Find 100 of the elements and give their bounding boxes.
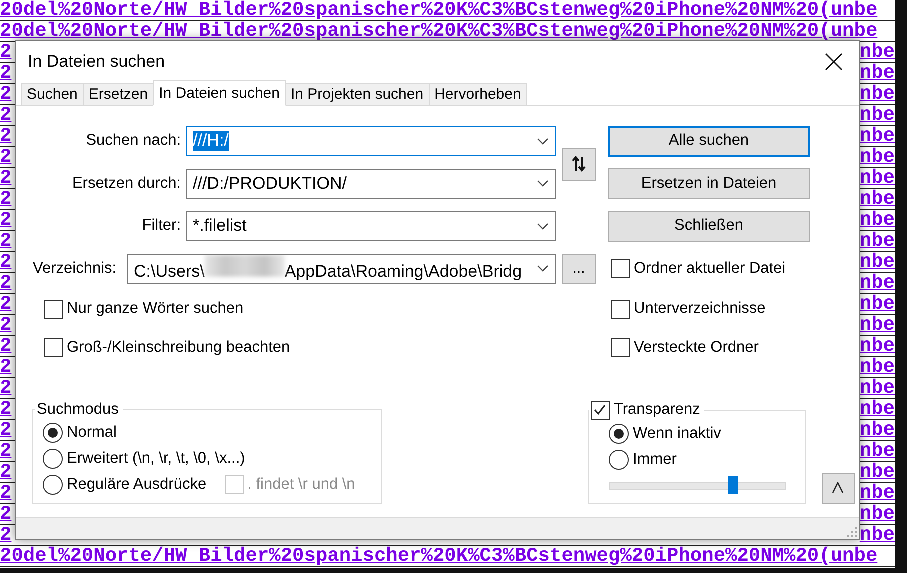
code-fragment: 2 bbox=[0, 147, 12, 167]
checkbox-label: Versteckte Ordner bbox=[634, 338, 759, 356]
code-fragment: 2 bbox=[0, 525, 12, 545]
field-label: Ersetzen durch: bbox=[71, 174, 182, 192]
code-fragment: 2 bbox=[0, 399, 12, 419]
radio-label: Normal bbox=[67, 424, 117, 442]
tab[interactable]: Ersetzen bbox=[82, 83, 154, 105]
radio-label: Reguläre Ausdrücke bbox=[67, 476, 207, 494]
action-button[interactable]: Alle suchen bbox=[608, 126, 810, 156]
collapse-button[interactable] bbox=[822, 472, 855, 504]
field-value: C:\Users\ bbox=[134, 262, 205, 281]
checkbox-label: Nur ganze Wörter suchen bbox=[67, 300, 244, 318]
checkbox[interactable] bbox=[611, 300, 630, 318]
code-fragment: nbe bbox=[860, 420, 895, 440]
code-fragment: 2 bbox=[0, 210, 12, 230]
radio-button[interactable] bbox=[608, 450, 629, 470]
radio-button[interactable] bbox=[43, 448, 63, 468]
code-fragment: 2 bbox=[0, 42, 12, 62]
code-fragment: nbe bbox=[860, 378, 895, 398]
code-line: 20del%20Norte/HW_Bilder%20spanischer%20K%C3%BCstenweg%20iPhone%20NM%20(unbe bbox=[0, 0, 878, 20]
code-fragment: nbe bbox=[860, 126, 895, 146]
checkbox-label: Ordner aktueller Datei bbox=[634, 260, 786, 278]
code-fragment: nbe bbox=[860, 294, 895, 314]
radio-button[interactable] bbox=[608, 424, 629, 444]
code-fragment: nbe bbox=[860, 147, 895, 167]
combo-field[interactable]: ///D:/PRODUKTION/ bbox=[186, 168, 556, 198]
code-fragment: 2 bbox=[0, 336, 12, 356]
code-fragment: nbe bbox=[860, 483, 895, 503]
code-fragment: nbe bbox=[860, 168, 895, 188]
checkbox[interactable] bbox=[590, 400, 610, 420]
code-fragment: nbe bbox=[860, 189, 895, 209]
code-fragment: 2 bbox=[0, 378, 12, 398]
checkbox-label: Transparenz bbox=[614, 401, 700, 419]
tab[interactable]: In Projekten suchen bbox=[285, 83, 430, 105]
code-fragment: 2 bbox=[0, 126, 12, 146]
tab[interactable]: Suchen bbox=[21, 83, 84, 105]
combo-field[interactable]: C:\Users\ AppData\Roaming\Adobe\Bridg bbox=[127, 254, 556, 284]
radio-label: Wenn inaktiv bbox=[632, 424, 722, 442]
code-fragment: nbe bbox=[860, 84, 895, 104]
code-fragment: nbe bbox=[860, 273, 895, 293]
field-label: Verzeichnis: bbox=[33, 260, 118, 278]
code-fragment: nbe bbox=[860, 441, 895, 461]
chevron-down-icon bbox=[537, 222, 549, 230]
chevron-down-icon bbox=[537, 180, 549, 187]
code-fragment: nbe bbox=[860, 105, 895, 125]
browse-button[interactable]: ... bbox=[562, 254, 596, 284]
code-fragment: 2 bbox=[0, 357, 12, 377]
code-line: 20del%20Norte/HW_Bilder%20spanischer%20K%C3%BCstenweg%20iPhone%20NM%20(unbe bbox=[0, 21, 878, 41]
code-fragment: 2 bbox=[0, 420, 12, 440]
radio-label: Erweitert (\n, \r, \t, \0, \x...) bbox=[67, 450, 246, 468]
window-title: In Dateien suchen bbox=[28, 52, 166, 72]
tab[interactable]: In Dateien suchen bbox=[153, 80, 286, 106]
code-fragment: 2 bbox=[0, 483, 12, 503]
code-fragment: nbe bbox=[860, 210, 895, 230]
checkbox[interactable] bbox=[44, 338, 63, 357]
combo-field[interactable]: *.filelist bbox=[186, 211, 556, 241]
code-fragment: 2 bbox=[0, 189, 12, 209]
checkbox-label: Unterverzeichnisse bbox=[634, 300, 766, 318]
chevron-down-icon bbox=[537, 265, 549, 272]
code-fragment: nbe bbox=[860, 357, 895, 377]
combo-field[interactable]: ///H:/ bbox=[186, 126, 556, 156]
code-fragment: nbe bbox=[860, 42, 895, 62]
radio-button[interactable] bbox=[43, 422, 63, 442]
code-fragment: 2 bbox=[0, 294, 12, 314]
code-fragment: nbe bbox=[860, 315, 895, 335]
checkbox[interactable] bbox=[611, 259, 630, 278]
code-fragment: 2 bbox=[0, 441, 12, 461]
code-fragment: 2 bbox=[0, 105, 12, 125]
checkbox[interactable] bbox=[611, 338, 630, 357]
code-line: 20del%20Norte/HW_Bilder%20spanischer%20K%C3%BCstenweg%20iPhone%20NM%20(unbe bbox=[0, 546, 878, 566]
code-fragment: nbe bbox=[860, 252, 895, 272]
field-label: Suchen nach: bbox=[85, 132, 182, 150]
code-fragment: 2 bbox=[0, 504, 12, 524]
code-fragment: 2 bbox=[0, 462, 12, 482]
action-button[interactable]: Schließen bbox=[608, 210, 810, 242]
checkbox-label: Groß-/Kleinschreibung beachten bbox=[67, 338, 290, 356]
radio-button[interactable] bbox=[43, 474, 63, 494]
slider-thumb[interactable] bbox=[728, 476, 738, 494]
code-fragment: 2 bbox=[0, 252, 12, 272]
code-fragment: nbe bbox=[860, 231, 895, 251]
field-value: AppData\Roaming\Adobe\Bridg bbox=[284, 262, 522, 281]
swap-arrows-icon bbox=[572, 156, 586, 172]
tab[interactable]: Hervorheben bbox=[428, 83, 528, 105]
code-fragment: 2 bbox=[0, 84, 12, 104]
code-fragment: nbe bbox=[860, 336, 895, 356]
code-fragment: 2 bbox=[0, 231, 12, 251]
checkbox[interactable] bbox=[44, 300, 63, 318]
field-label: Filter: bbox=[141, 217, 182, 235]
code-fragment: nbe bbox=[860, 525, 895, 545]
code-fragment: 2 bbox=[0, 315, 12, 335]
code-fragment: nbe bbox=[860, 462, 895, 482]
code-fragment: 2 bbox=[0, 63, 12, 83]
code-fragment: nbe bbox=[860, 63, 895, 83]
code-fragment: 2 bbox=[0, 168, 12, 188]
chevron-up-icon bbox=[832, 482, 844, 494]
swap-button[interactable] bbox=[562, 148, 596, 181]
action-button[interactable]: Ersetzen in Dateien bbox=[608, 168, 810, 199]
radio-label: Immer bbox=[632, 450, 677, 468]
checkmark-icon bbox=[593, 403, 608, 417]
group-title: Suchmodus bbox=[37, 400, 119, 418]
